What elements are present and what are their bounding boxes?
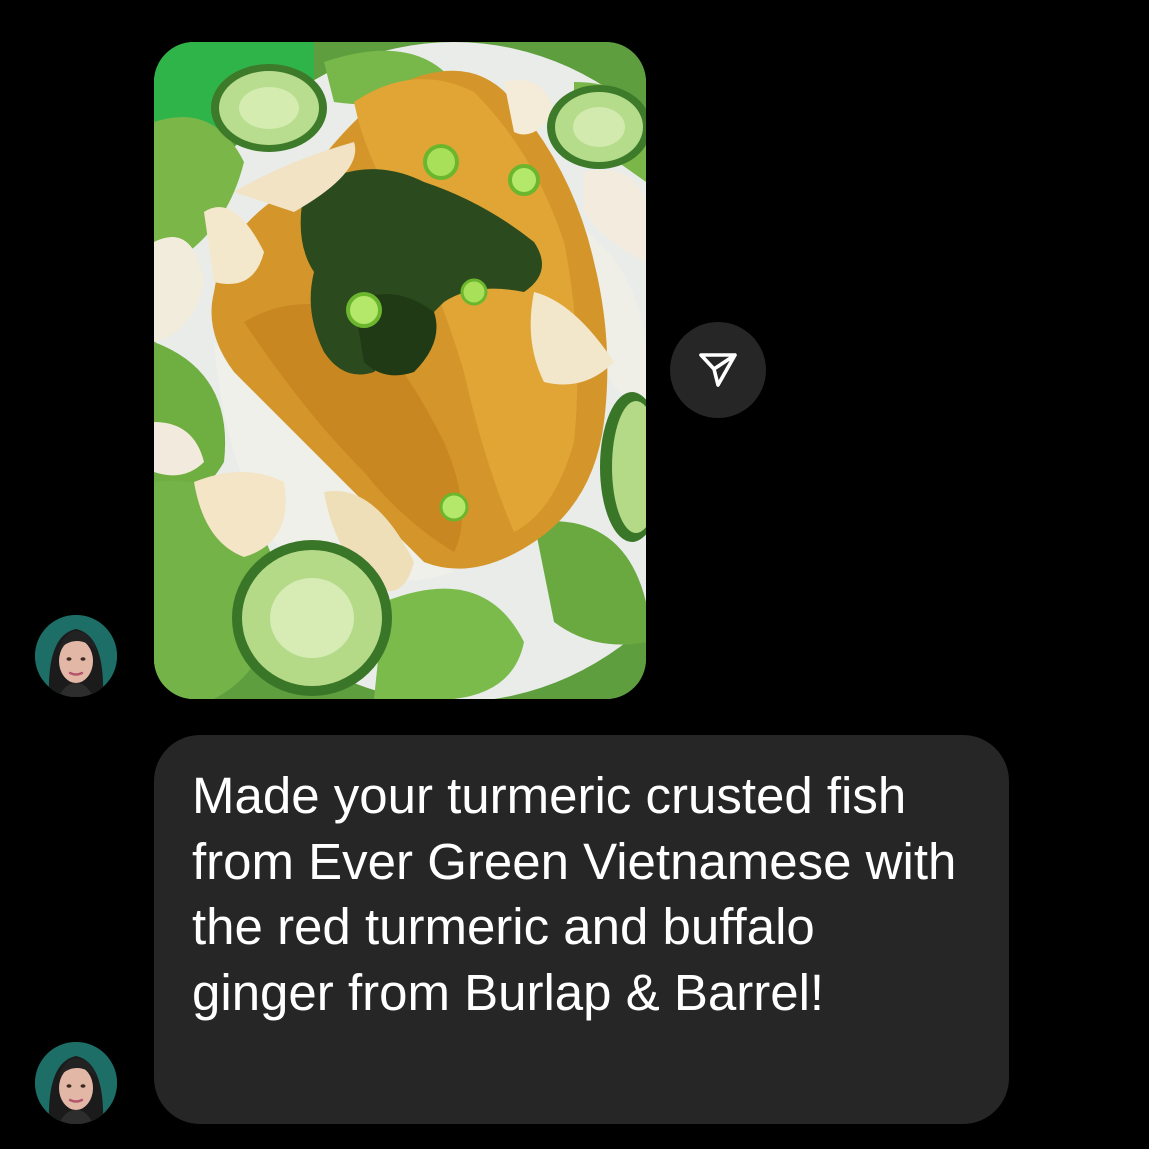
photo-message[interactable] [154, 42, 646, 699]
paper-plane-icon [699, 353, 737, 387]
user-avatar[interactable] [35, 615, 117, 697]
cucumber-slice-3 [232, 540, 392, 696]
message-text: Made your turmeric crusted fish from Eve… [192, 767, 957, 1021]
food-photo [154, 42, 646, 699]
avatar-face-icon [35, 615, 117, 697]
avatar-face-icon [35, 1042, 117, 1124]
user-avatar[interactable] [35, 1042, 117, 1124]
text-message-bubble[interactable]: Made your turmeric crusted fish from Eve… [154, 735, 1009, 1124]
cucumber-slice-1 [211, 64, 327, 152]
share-button[interactable] [670, 322, 766, 418]
message-thread: Made your turmeric crusted fish from Eve… [0, 0, 1149, 1149]
